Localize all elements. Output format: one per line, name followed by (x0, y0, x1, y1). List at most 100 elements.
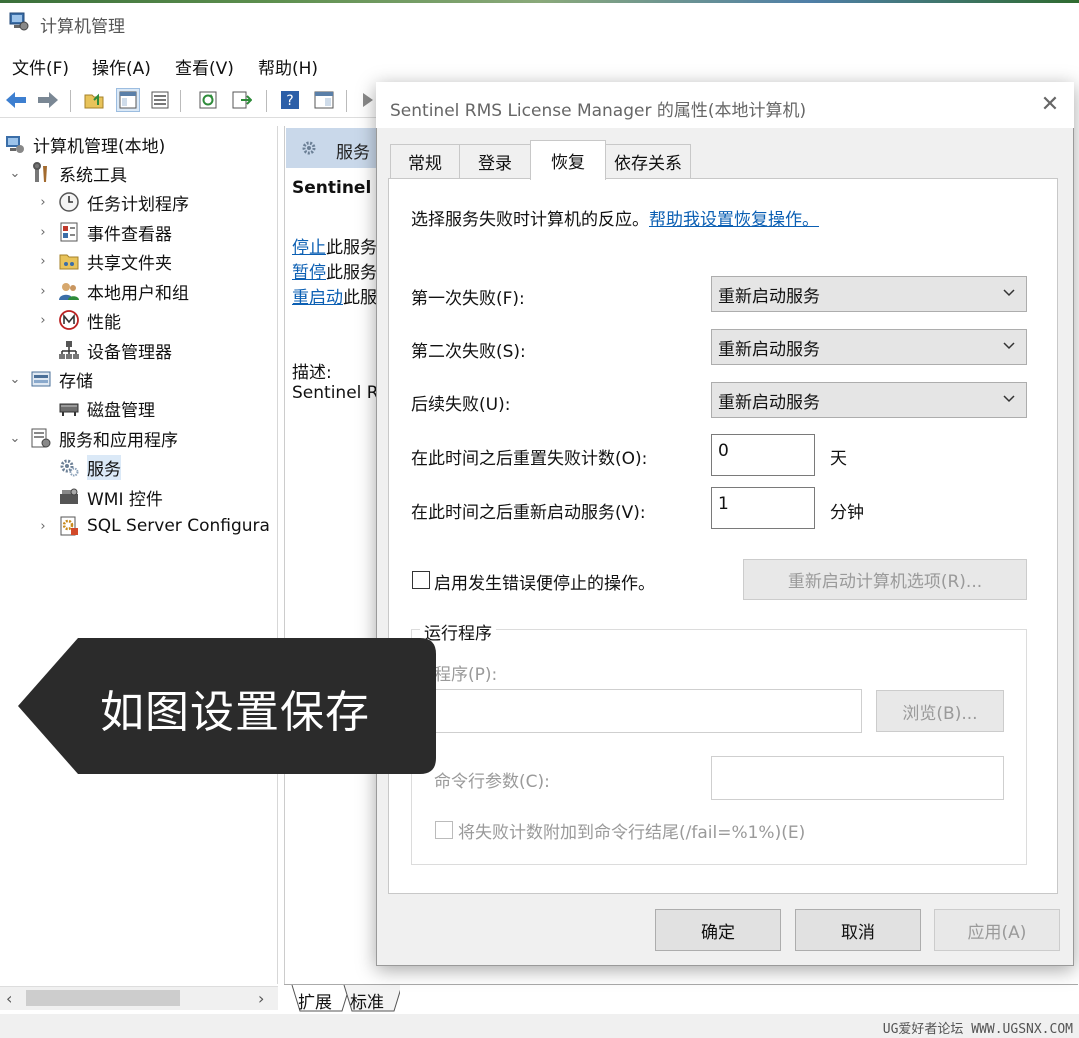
computer-management-icon (9, 12, 29, 31)
close-icon[interactable]: ✕ (1038, 92, 1062, 117)
callout-text: 如图设置保存 (100, 687, 370, 738)
tab-standard[interactable]: 标准 (350, 988, 384, 1013)
back-arrow-icon[interactable] (4, 88, 28, 112)
export-icon[interactable] (230, 88, 254, 112)
toggle-pane-icon[interactable] (312, 88, 336, 112)
pause-service-line: 暂停此服务 (292, 263, 377, 283)
wmi-icon (60, 488, 78, 504)
window-titlebar (0, 3, 1079, 43)
browse-button[interactable]: 浏览(B)... (876, 690, 1004, 732)
device-manager-icon (59, 341, 79, 359)
tree-item-services-apps[interactable]: ⌄ 服务和应用程序 (8, 424, 178, 452)
users-icon (59, 283, 79, 300)
menu-file[interactable]: 文件(F) (10, 50, 71, 83)
menubar: 文件(F) 操作(A) 查看(V) 帮助(H) (0, 50, 1079, 80)
dialog-title: Sentinel RMS License Manager 的属性(本地计算机) (390, 101, 807, 121)
menu-action[interactable]: 操作(A) (90, 50, 153, 83)
svg-text:?: ? (286, 93, 293, 109)
reset-days-input[interactable]: 0 (711, 434, 815, 476)
tree-item-performance[interactable]: › 性能 (36, 306, 121, 334)
tree-item-storage[interactable]: ⌄ 存储 (8, 365, 93, 393)
shared-folder-icon (59, 254, 79, 270)
tab-logon[interactable]: 登录 (459, 144, 531, 178)
stop-link[interactable]: 停止 (292, 238, 326, 258)
enable-actions-checkbox[interactable] (412, 571, 430, 589)
enable-actions-label: 启用发生错误便停止的操作。 (434, 574, 655, 594)
tree-item-event-viewer[interactable]: › 事件查看器 (36, 218, 172, 246)
tree-item-shared-folders[interactable]: › 共享文件夹 (36, 247, 172, 275)
tree-item-sql[interactable]: › SQL Server Configura (36, 512, 270, 540)
chevron-right-icon[interactable]: › (36, 254, 50, 269)
tree-item-task-scheduler[interactable]: › 任务计划程序 (36, 188, 189, 216)
chevron-right-icon[interactable]: › (36, 195, 50, 210)
gear-icon (302, 141, 316, 155)
apply-button[interactable]: 应用(A) (934, 909, 1060, 951)
list-view-icon[interactable] (148, 88, 172, 112)
tools-icon (33, 162, 47, 182)
up-folder-icon[interactable] (82, 88, 106, 112)
gear-icon (60, 459, 79, 477)
description-label: 描述: (292, 363, 332, 383)
toolbar: ? (0, 84, 380, 118)
chevron-right-icon[interactable]: › (36, 225, 50, 240)
description-value: Sentinel R (292, 383, 379, 403)
chevron-right-icon[interactable]: › (36, 519, 50, 534)
tab-recovery[interactable]: 恢复 (530, 140, 606, 180)
restart-service-line: 重启动此服 (292, 288, 377, 308)
chevron-right-icon[interactable]: › (36, 284, 50, 299)
tab-dependencies[interactable]: 依存关系 (605, 144, 691, 178)
menu-help[interactable]: 帮助(H) (256, 50, 320, 83)
chevron-down-icon[interactable]: ⌄ (8, 431, 22, 446)
disk-icon (59, 403, 79, 416)
second-failure-select[interactable]: 重新启动服务 (711, 329, 1027, 365)
tree-item-system-tools[interactable]: ⌄ 系统工具 (8, 159, 127, 187)
append-fail-count-checkbox[interactable] (435, 821, 453, 839)
tree-item-device-manager[interactable]: 设备管理器 (58, 336, 172, 364)
pause-link[interactable]: 暂停 (292, 263, 326, 283)
view-tabs: 扩展 标准 (284, 984, 1078, 1014)
refresh-icon[interactable] (196, 88, 220, 112)
program-label: 程序(P): (434, 665, 498, 685)
menu-view[interactable]: 查看(V) (173, 50, 236, 83)
reset-unit: 天 (830, 449, 847, 469)
help-icon[interactable]: ? (278, 88, 302, 112)
tree-item-services[interactable]: 服务 (58, 453, 121, 481)
console-tree-icon[interactable] (116, 88, 140, 112)
service-name: Sentinel I (292, 178, 384, 198)
storage-icon (31, 371, 51, 387)
scroll-left-icon[interactable]: ‹ (6, 989, 12, 1008)
services-apps-icon (31, 428, 51, 448)
chevron-down-icon[interactable]: ⌄ (8, 166, 22, 181)
scroll-right-icon[interactable]: › (258, 989, 264, 1008)
tab-general[interactable]: 常规 (390, 144, 460, 178)
subsequent-failure-select[interactable]: 重新启动服务 (711, 382, 1027, 418)
event-viewer-icon (60, 222, 78, 242)
cancel-button[interactable]: 取消 (795, 909, 921, 951)
restart-unit: 分钟 (830, 503, 864, 523)
command-args-input[interactable] (711, 756, 1004, 800)
tree-item-root[interactable]: 计算机管理(本地) (4, 130, 165, 158)
restart-minutes-input[interactable]: 1 (711, 487, 815, 529)
chevron-down-icon (1003, 342, 1015, 350)
help-link[interactable]: 帮助我设置恢复操作。 (649, 210, 819, 230)
second-failure-label: 第二次失败(S): (411, 342, 526, 362)
console-tree: 计算机管理(本地) ⌄ 系统工具 › 任务计划程序 › 事件查看器 › 共享文件… (0, 126, 278, 984)
chevron-right-icon[interactable]: › (36, 313, 50, 328)
ok-button[interactable]: 确定 (655, 909, 781, 951)
program-input[interactable] (432, 689, 862, 733)
tree-item-disk-management[interactable]: 磁盘管理 (58, 394, 155, 422)
watermark: UG爱好者论坛 WWW.UGSNX.COM (882, 1022, 1073, 1037)
restart-computer-options-button[interactable]: 重新启动计算机选项(R)... (743, 559, 1027, 600)
restart-link[interactable]: 重启动 (292, 288, 343, 308)
clock-icon (59, 192, 79, 212)
tree-label: 计算机管理(本地) (33, 136, 166, 157)
tree-item-wmi[interactable]: WMI 控件 (58, 483, 163, 511)
scrollbar-thumb[interactable] (26, 990, 180, 1006)
tab-extended[interactable]: 扩展 (298, 988, 332, 1013)
tree-item-local-users[interactable]: › 本地用户和组 (36, 277, 189, 305)
first-failure-select[interactable]: 重新启动服务 (711, 276, 1027, 312)
computer-management-icon (6, 136, 24, 153)
first-failure-label: 第一次失败(F): (411, 289, 525, 309)
forward-arrow-icon[interactable] (36, 88, 60, 112)
chevron-down-icon[interactable]: ⌄ (8, 372, 22, 387)
